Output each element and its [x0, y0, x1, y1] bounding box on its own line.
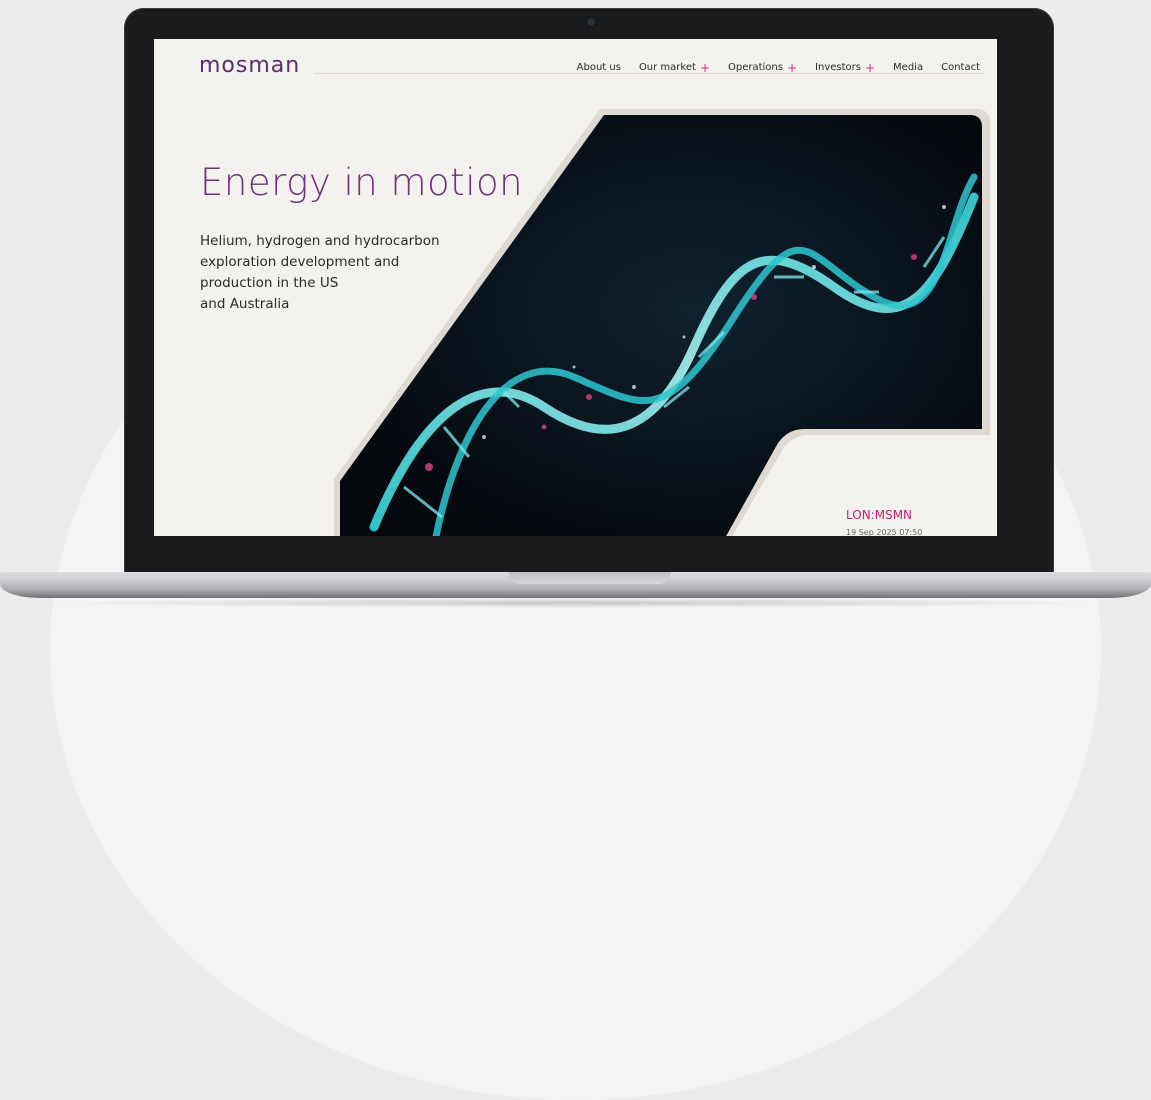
nav-label: About us	[576, 62, 621, 73]
stock-ticker-symbol[interactable]: LON:MSMN	[846, 508, 912, 522]
nav-divider	[314, 73, 984, 74]
hero-title: Energy in motion	[200, 161, 524, 204]
hero-subtitle-line: Helium, hydrogen and hydrocarbon	[200, 233, 440, 249]
nav-label: Media	[893, 62, 924, 73]
laptop-shadow	[40, 598, 1110, 608]
nav-item-contact[interactable]: Contact	[932, 62, 989, 73]
stock-ticker-timestamp: 19 Sep 2025 07:50	[846, 528, 923, 536]
laptop-notch	[509, 572, 671, 584]
plus-icon: +	[864, 60, 876, 75]
nav-item-media[interactable]: Media	[884, 62, 933, 73]
nav-label: Contact	[941, 62, 980, 73]
main-nav: About us Our market + Operations + Inves…	[567, 60, 989, 75]
hero-subtitle-line: exploration development and	[200, 254, 400, 270]
plus-icon: +	[786, 60, 798, 75]
camera-icon	[587, 18, 595, 26]
nav-item-about-us[interactable]: About us	[567, 62, 630, 73]
hero-subtitle-line: production in the US	[200, 275, 339, 291]
hero-subtitle: Helium, hydrogen and hydrocarbon explora…	[200, 231, 460, 315]
nav-label: Investors	[815, 62, 861, 73]
nav-item-our-market[interactable]: Our market +	[629, 60, 719, 75]
nav-label: Operations	[728, 62, 783, 73]
laptop-screen: mosman About us Our market + Operations …	[154, 39, 997, 536]
nav-item-operations[interactable]: Operations +	[719, 60, 807, 75]
nav-label: Our market	[638, 62, 696, 73]
nav-item-investors[interactable]: Investors +	[806, 60, 885, 75]
site-logo[interactable]: mosman	[199, 53, 300, 78]
plus-icon: +	[699, 60, 710, 75]
hero-subtitle-line: and Australia	[200, 296, 290, 312]
